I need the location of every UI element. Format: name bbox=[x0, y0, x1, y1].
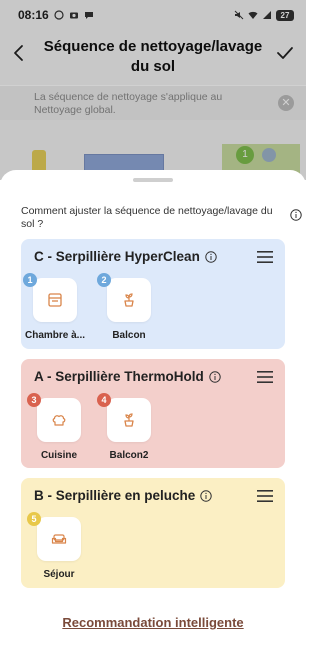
chef-hat-icon bbox=[52, 415, 66, 426]
room-card[interactable] bbox=[33, 278, 77, 322]
info-icon[interactable] bbox=[200, 489, 213, 502]
room-label: Balcon2 bbox=[109, 450, 149, 461]
room-card[interactable] bbox=[37, 398, 81, 442]
sheet-grabber[interactable] bbox=[133, 178, 173, 182]
room-label: Chambre à... bbox=[24, 330, 86, 341]
info-icon[interactable] bbox=[209, 370, 221, 383]
order-badge: 5 bbox=[27, 512, 41, 526]
room-label: Séjour bbox=[43, 569, 75, 580]
drag-handle-icon[interactable] bbox=[257, 489, 273, 503]
room-card[interactable] bbox=[107, 398, 151, 442]
mop-group-peluche: B - Serpillière en peluche 5 Séjour bbox=[21, 478, 285, 588]
order-badge: 3 bbox=[27, 393, 41, 407]
plant-icon bbox=[124, 293, 134, 307]
group-title: C - Serpillière HyperClean bbox=[34, 249, 217, 264]
mop-group-thermohold: A - Serpillière ThermoHold 3 Cuisine 4 B… bbox=[21, 359, 285, 468]
room-label: Balcon bbox=[112, 330, 146, 341]
sofa-icon bbox=[51, 534, 67, 544]
sequence-question: Comment ajuster la séquence de nettoyage… bbox=[21, 205, 273, 230]
info-icon[interactable] bbox=[290, 209, 302, 221]
info-icon[interactable] bbox=[205, 250, 217, 263]
order-badge: 4 bbox=[97, 393, 111, 407]
room-card[interactable] bbox=[107, 278, 151, 322]
bedroom-icon bbox=[48, 293, 62, 307]
group-title: A - Serpillière ThermoHold bbox=[34, 369, 221, 384]
drag-handle-icon[interactable] bbox=[257, 250, 273, 264]
drag-handle-icon[interactable] bbox=[257, 370, 273, 384]
order-badge: 2 bbox=[97, 273, 111, 287]
mop-group-hyperclean: C - Serpillière HyperClean 1 Chambre à..… bbox=[21, 239, 285, 349]
bottom-sheet: Comment ajuster la séquence de nettoyage… bbox=[0, 170, 306, 662]
room-card[interactable] bbox=[37, 517, 81, 561]
order-badge: 1 bbox=[23, 273, 37, 287]
plant-icon bbox=[124, 413, 134, 427]
group-title: B - Serpillière en peluche bbox=[34, 488, 213, 503]
smart-recommendation-link[interactable]: Recommandation intelligente bbox=[0, 615, 306, 630]
modal-overlay[interactable] bbox=[0, 0, 306, 180]
room-label: Cuisine bbox=[40, 450, 78, 461]
